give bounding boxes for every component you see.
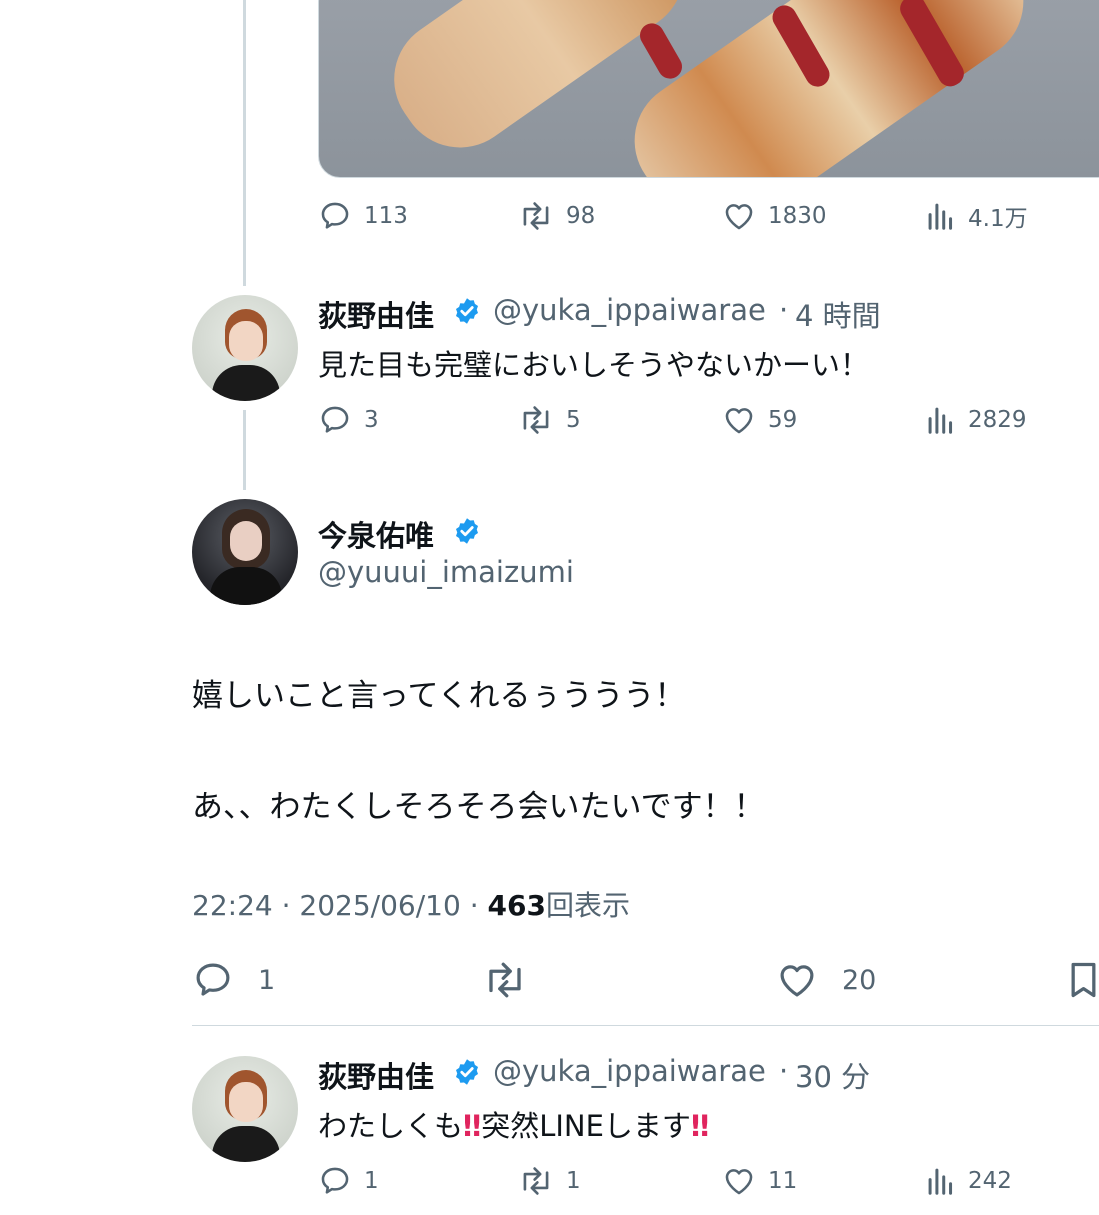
retweet-icon [523,406,549,434]
author-handle[interactable]: @yuka_ippaiwarae [493,1054,766,1088]
retweet-button[interactable]: 98 [518,199,595,233]
like-button[interactable]: 1830 [722,199,827,233]
retweet-icon [523,1167,549,1195]
retweet-count: 98 [566,203,596,229]
reply-count: 113 [364,203,408,229]
views-count: 4.1万 [968,206,1028,232]
bookmark-icon [1071,962,1096,998]
tweet-meta: 22:24 · 2025/06/10 · 463回表示 [192,884,630,924]
tweet-text-line-2: あ、、わたくしそろそろ会いたいです！！ [192,789,765,825]
like-count: 11 [768,1168,798,1194]
separator-dot: · [469,889,479,922]
views-button[interactable]: 4.1万 [926,199,1028,233]
double-exclamation-emoji: ‼ [463,1109,482,1143]
retweet-icon [523,202,549,230]
views-icon [928,407,953,434]
like-button[interactable]: 59 [722,403,797,437]
reply-button[interactable]: 1 [318,1164,379,1198]
like-button[interactable]: 11 [722,1164,797,1198]
like-icon [725,1169,753,1195]
like-button[interactable]: 20 [776,959,876,1001]
divider [192,1025,1099,1026]
author-name[interactable]: 今泉佑唯 [318,513,434,555]
separator-dot: · [281,889,291,922]
double-exclamation-emoji: ‼ [690,1109,710,1143]
reply-icon [321,406,349,433]
avatar[interactable] [192,1056,298,1162]
tweet-text: 見た目も完璧においしそうやないかーい！ [318,348,870,382]
like-icon [725,408,753,434]
like-icon [780,965,814,997]
retweet-count: 1 [566,1168,581,1194]
reply-icon [321,1167,349,1194]
retweet-button[interactable]: 1 [518,1164,581,1198]
views-count: 242 [968,1168,1012,1194]
reply-count: 1 [364,1168,379,1194]
tweet-text-part-1: わたしくも [318,1109,464,1143]
author-handle[interactable]: @yuka_ippaiwarae [493,293,766,327]
reply-icon [321,202,349,229]
tweet-text-line-1: 嬉しいこと言ってくれるぅううう！ [192,678,686,714]
tweet-time[interactable]: 22:24 [192,889,273,922]
views-button[interactable]: 2829 [926,403,1027,437]
tweet-time[interactable]: 30 分 [795,1054,870,1096]
reply-button[interactable]: 113 [318,199,408,233]
retweet-button[interactable]: 5 [518,403,581,437]
tweet-text: わたしくも‼突然LINEします‼ [318,1103,709,1145]
views-count: 2829 [968,407,1027,433]
reply-icon [196,963,230,996]
avatar[interactable] [192,499,298,605]
tweet-media-image[interactable] [318,0,1099,178]
like-count: 59 [768,407,798,433]
like-count: 20 [842,964,877,996]
like-count: 1830 [768,203,827,229]
bookmark-button[interactable] [1068,959,1099,1001]
tweet-date[interactable]: 2025/06/10 [299,889,460,922]
views-icon [928,203,953,230]
like-icon [725,204,753,230]
retweet-button[interactable] [482,959,552,1001]
author-name[interactable]: 荻野由佳 [318,293,434,335]
verified-icon [456,518,478,544]
reply-button[interactable]: 1 [192,959,275,1001]
author-handle[interactable]: @yuuui_imaizumi [318,555,574,589]
thread-line-mid [243,410,246,490]
separator-dot: · [779,293,789,327]
avatar[interactable] [192,295,298,401]
reply-count: 1 [258,964,276,996]
views-icon [928,1168,953,1195]
view-count-label: 回表示 [545,889,630,922]
reply-button[interactable]: 3 [318,403,379,437]
reply-count: 3 [364,407,379,433]
tweet-time[interactable]: 4 時間 [795,293,881,335]
retweet-icon [489,962,521,998]
separator-dot: · [779,1054,789,1088]
author-name[interactable]: 荻野由佳 [318,1054,434,1096]
verified-icon [456,298,478,324]
tweet-text-part-2: 突然LINEします [481,1109,691,1143]
views-button[interactable]: 242 [926,1164,1012,1198]
verified-icon [456,1059,478,1085]
view-count: 463 [487,889,546,922]
thread-line-top [243,0,246,286]
retweet-count: 5 [566,407,581,433]
